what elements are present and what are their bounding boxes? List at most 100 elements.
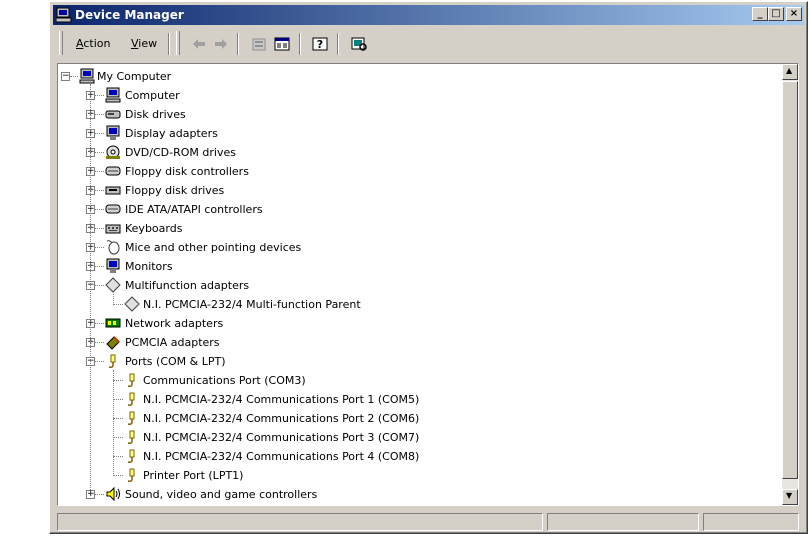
toolbar-grip[interactable] — [59, 31, 63, 55]
tree-category-mice-and-other-pointing-devices[interactable]: Mice and other pointing devices — [125, 238, 301, 257]
minimize-button[interactable]: _ — [752, 7, 768, 21]
toolbar-separator — [237, 33, 239, 55]
scroll-up-button[interactable]: ▲ — [782, 64, 798, 80]
close-button[interactable]: × — [786, 7, 802, 21]
cdrom-icon — [106, 145, 120, 159]
tree-category-computer[interactable]: Computer — [125, 86, 180, 105]
svg-text:?: ? — [317, 38, 323, 51]
tree-connector — [95, 323, 104, 325]
forward-arrow-icon[interactable] — [212, 35, 230, 53]
tree-category-monitors[interactable]: Monitors — [125, 257, 173, 276]
expander-my-computer[interactable]: − — [61, 72, 70, 81]
tree-device-item[interactable]: N.I. PCMCIA-232/4 Communications Port 2 … — [143, 409, 419, 428]
tree-category-keyboards[interactable]: Keyboards — [125, 219, 182, 238]
tree-device-item[interactable]: Communications Port (COM3) — [143, 371, 306, 390]
tree-connector — [113, 370, 115, 476]
view-toggle-icon[interactable] — [273, 35, 291, 53]
toolbar-grip[interactable] — [176, 31, 180, 55]
device-manager-window: Device Manager _ □ × Action View ? − My … — [49, 1, 808, 534]
computer-icon — [105, 87, 121, 103]
port-icon — [127, 430, 135, 444]
tree-connector — [95, 342, 104, 344]
menu-toolbar: Action View ? — [53, 27, 804, 65]
monitor-icon — [106, 258, 120, 273]
tree-category-multifunction-adapters[interactable]: Multifunction adapters — [125, 276, 249, 295]
tree-category-network-adapters[interactable]: Network adapters — [125, 314, 223, 333]
tree-device-item[interactable]: N.I. PCMCIA-232/4 Communications Port 1 … — [143, 390, 419, 409]
tree-connector — [113, 294, 115, 305]
scroll-down-icon: ▼ — [786, 491, 793, 500]
scan-hardware-icon[interactable] — [350, 35, 368, 53]
tree-device-item[interactable]: N.I. PCMCIA-232/4 Communications Port 3 … — [143, 428, 419, 447]
window-title: Device Manager — [75, 8, 184, 22]
tree-connector — [95, 266, 104, 268]
floppy-icon — [105, 186, 121, 195]
device-tree: − My Computer + Computer + Disk drives + Displa… — [58, 64, 781, 505]
tree-category-ide-ata-atapi-controllers[interactable]: IDE ATA/ATAPI controllers — [125, 200, 263, 219]
multifunction-icon — [105, 277, 121, 293]
disk-drive-icon — [105, 110, 121, 119]
port-icon — [127, 468, 135, 482]
tree-connector — [95, 209, 104, 211]
keyboard-icon — [105, 224, 121, 234]
toolbar-separator — [337, 33, 339, 55]
tree-connector — [90, 84, 92, 490]
menu-view[interactable]: View — [131, 37, 157, 50]
tree-connector — [95, 190, 104, 192]
status-panel-2 — [547, 513, 699, 531]
tree-connector — [95, 494, 104, 496]
tree-category-floppy-disk-drives[interactable]: Floppy disk drives — [125, 181, 224, 200]
help-icon[interactable]: ? — [311, 35, 329, 53]
tree-root-my-computer[interactable]: My Computer — [97, 67, 171, 86]
device-tree-pane[interactable]: − My Computer + Computer + Disk drives + Displa… — [57, 63, 799, 506]
tree-connector — [95, 228, 104, 230]
network-icon — [105, 318, 121, 328]
tree-connector — [95, 133, 104, 135]
tree-category-disk-drives[interactable]: Disk drives — [125, 105, 186, 124]
sound-icon — [106, 486, 120, 502]
properties-icon[interactable] — [250, 35, 268, 53]
display-adapter-icon — [106, 125, 120, 140]
tree-connector — [95, 247, 104, 249]
my-computer-icon — [79, 68, 95, 84]
vertical-scrollbar[interactable]: ▲ ▼ — [782, 64, 798, 505]
tree-device-item[interactable]: Printer Port (LPT1) — [143, 466, 243, 485]
expander-sound-video-and-game-controllers[interactable]: + — [86, 490, 95, 499]
scroll-down-button[interactable]: ▼ — [782, 489, 798, 505]
port-icon — [127, 373, 135, 387]
tree-category-sound-video-and-game-controllers[interactable]: Sound, video and game controllers — [125, 485, 317, 504]
toolbar-separator — [168, 33, 170, 55]
menu-action[interactable]: Action — [76, 37, 110, 50]
status-panel-3 — [703, 513, 799, 531]
title-bar[interactable]: Device Manager _ □ × — [53, 5, 804, 25]
port-icon — [127, 411, 135, 425]
tree-category-display-adapters[interactable]: Display adapters — [125, 124, 218, 143]
status-bar — [57, 511, 799, 531]
scroll-up-icon: ▲ — [786, 66, 793, 75]
pcmcia-icon — [106, 336, 120, 350]
tree-category-dvd-cd-rom-drives[interactable]: DVD/CD-ROM drives — [125, 143, 236, 162]
mouse-icon — [106, 240, 120, 255]
tree-category-floppy-disk-controllers[interactable]: Floppy disk controllers — [125, 162, 249, 181]
tree-connector — [95, 152, 104, 154]
tree-category-pcmcia-adapters[interactable]: PCMCIA adapters — [125, 333, 220, 352]
tree-connector — [95, 171, 104, 173]
port-icon — [127, 392, 135, 406]
device-manager-icon — [56, 7, 72, 23]
tree-device-item[interactable]: N.I. PCMCIA-232/4 Multi-function Parent — [143, 295, 361, 314]
tree-connector — [95, 95, 104, 97]
multifunction-icon — [124, 296, 140, 312]
port-icon — [108, 354, 116, 368]
maximize-button[interactable]: □ — [768, 7, 784, 21]
scroll-thumb[interactable] — [782, 81, 798, 479]
toolbar-separator — [299, 33, 301, 55]
tree-connector — [95, 361, 104, 363]
tree-device-item[interactable]: N.I. PCMCIA-232/4 Communications Port 4 … — [143, 447, 419, 466]
tree-connector — [70, 76, 78, 78]
back-arrow-icon[interactable] — [190, 35, 208, 53]
tree-connector — [95, 285, 104, 287]
status-panel-main — [57, 513, 543, 531]
port-icon — [127, 449, 135, 463]
tree-category-ports-com-lpt-[interactable]: Ports (COM & LPT) — [125, 352, 226, 371]
controller-icon — [105, 204, 121, 214]
